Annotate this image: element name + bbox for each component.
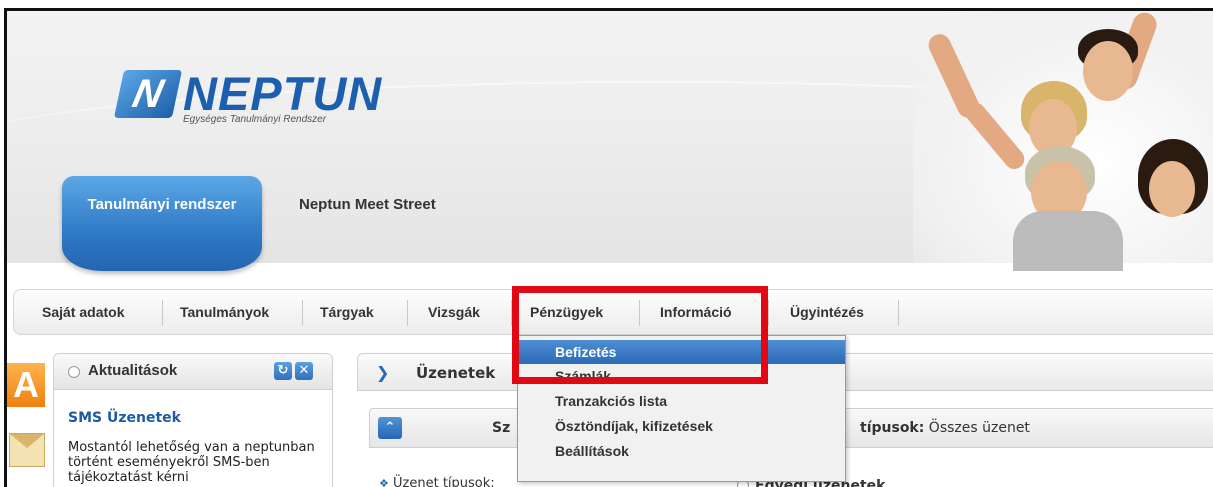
filter-label: Sz xyxy=(492,420,511,436)
filter-types-label: típusok: xyxy=(860,420,925,436)
menu-divider xyxy=(407,300,408,326)
logo-mark: N xyxy=(113,70,183,118)
filter-summary: típusok: Összes üzenet xyxy=(860,420,1030,436)
menu-item-ugyintezes[interactable]: Ügyintézés xyxy=(790,290,864,334)
logo-subtitle: Egységes Tanulmányi Rendszer xyxy=(183,114,327,125)
dropdown-item-beallitasok[interactable]: Beállítások xyxy=(518,439,845,463)
arrow-icon: ❖ xyxy=(379,477,389,487)
tab-tanulmanyi-rendszer[interactable]: Tanulmányi rendszer xyxy=(62,176,262,271)
refresh-icon[interactable]: ↻ xyxy=(274,362,292,380)
menu-item-targyak[interactable]: Tárgyak xyxy=(320,290,374,334)
header: N NEPTUN Egységes Tanulmányi Rendszer Ta… xyxy=(7,11,1213,271)
a-letter-icon[interactable]: A xyxy=(7,363,45,407)
menu-divider xyxy=(768,300,769,326)
news-panel-title: Aktualitások xyxy=(88,362,178,379)
news-item-title[interactable]: SMS Üzenetek xyxy=(68,410,181,426)
messages-title: Üzenetek xyxy=(416,364,496,382)
news-panel: Aktualitások ↻ ✕ SMS Üzenetek Mostantól … xyxy=(53,353,333,487)
dropdown-item-osztondijak[interactable]: Ösztöndíjak, kifizetések xyxy=(518,414,845,438)
browser-viewport: N NEPTUN Egységes Tanulmányi Rendszer Ta… xyxy=(4,8,1213,487)
filter-types-value: Összes üzenet xyxy=(928,420,1030,436)
menu-item-tanulmanyok[interactable]: Tanulmányok xyxy=(180,290,269,334)
menu-divider xyxy=(302,300,303,326)
envelope-icon[interactable] xyxy=(9,433,45,467)
menu-divider xyxy=(898,300,899,326)
side-icons: A xyxy=(7,351,49,487)
news-panel-header: Aktualitások ↻ ✕ xyxy=(54,354,332,390)
menu-divider xyxy=(162,300,163,326)
highlight-annotation-box xyxy=(512,286,768,384)
panel-radio-icon[interactable] xyxy=(68,366,80,378)
tab-neptun-meet-street[interactable]: Neptun Meet Street xyxy=(299,196,436,213)
menu-item-sajat-adatok[interactable]: Saját adatok xyxy=(42,290,124,334)
news-item-body: Mostantól lehetőség van a neptunban tört… xyxy=(68,440,315,485)
chevron-right-icon[interactable]: ❯ xyxy=(376,363,389,382)
logo-name: NEPTUN xyxy=(183,67,383,120)
message-types-label: Üzenet típusok: xyxy=(393,476,495,487)
message-types-row: ❖ Üzenet típusok: xyxy=(379,476,495,487)
header-photo xyxy=(913,11,1213,271)
dropdown-item-tranzakcios-lista[interactable]: Tranzakciós lista xyxy=(518,389,845,413)
close-icon[interactable]: ✕ xyxy=(295,362,313,380)
collapse-icon[interactable]: ⌃ xyxy=(378,417,402,439)
menu-item-vizsgak[interactable]: Vizsgák xyxy=(428,290,480,334)
tab-label: Tanulmányi rendszer xyxy=(87,196,237,213)
